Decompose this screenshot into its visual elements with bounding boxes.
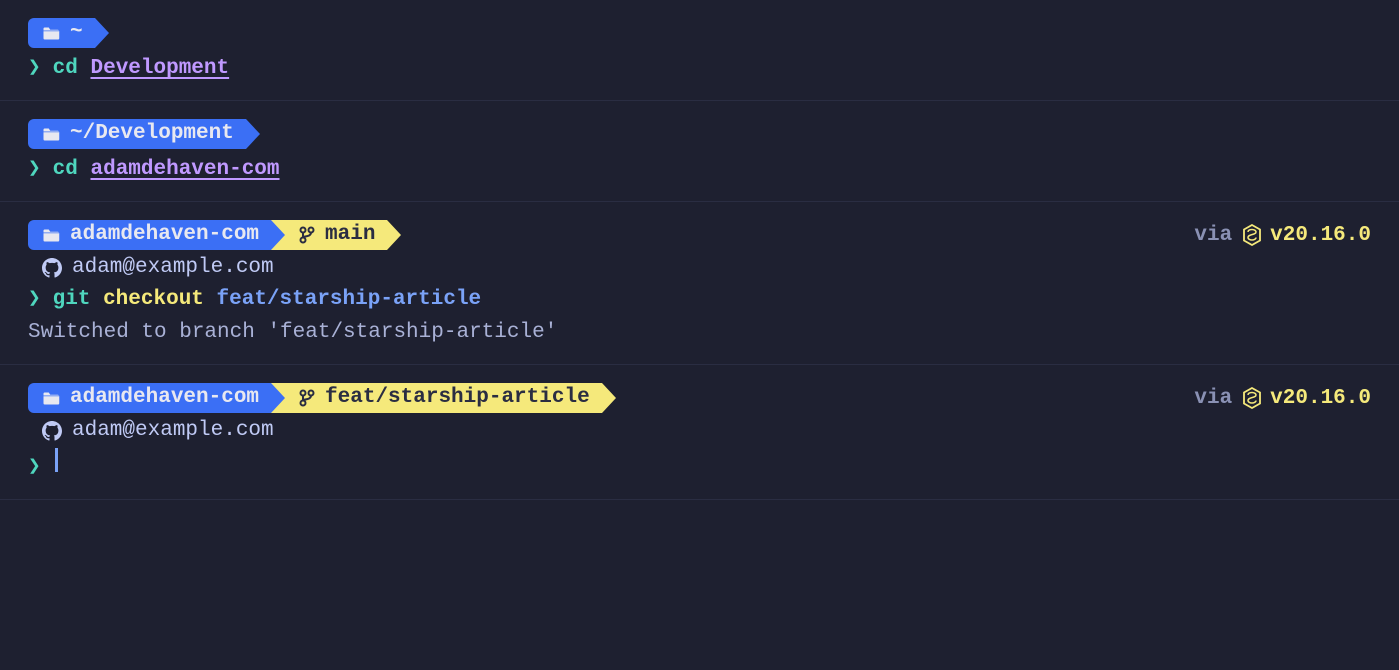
via-text: via	[1194, 224, 1232, 247]
prompt-header: adamdehaven-com feat/starship-article vi…	[28, 383, 1371, 413]
branch-text: feat/starship-article	[325, 383, 590, 413]
github-line: adam@example.com	[28, 419, 1371, 442]
runtime-info: via v20.16.0	[1194, 224, 1371, 247]
prompt-symbol: ❯	[28, 155, 41, 181]
command-arg: Development	[90, 57, 229, 80]
command: cd	[53, 57, 78, 80]
runtime-info: via v20.16.0	[1194, 387, 1371, 410]
cursor	[55, 448, 58, 472]
folder-icon	[42, 228, 60, 243]
path-chip: adamdehaven-com	[28, 383, 271, 413]
github-icon	[42, 421, 62, 441]
command: cd	[53, 158, 78, 181]
github-line: adam@example.com	[28, 256, 1371, 279]
path-text: adamdehaven-com	[70, 383, 259, 413]
command-git: git	[53, 288, 91, 311]
prompt-chips: ~/Development	[28, 119, 246, 149]
node-version: v20.16.0	[1270, 224, 1371, 247]
github-user: adam@example.com	[72, 256, 274, 279]
path-chip: ~/Development	[28, 119, 246, 149]
prompt-chips: adamdehaven-com feat/starship-article	[28, 383, 602, 413]
node-version: v20.16.0	[1270, 387, 1371, 410]
folder-icon	[42, 26, 60, 41]
prompt-symbol: ❯	[28, 453, 41, 479]
path-chip: adamdehaven-com	[28, 220, 271, 250]
command-line[interactable]: ❯ git checkout feat/starship-article	[28, 285, 1371, 311]
via-text: via	[1194, 387, 1232, 410]
folder-icon	[42, 127, 60, 142]
terminal-block: adamdehaven-com feat/starship-article vi…	[0, 365, 1399, 500]
path-text: adamdehaven-com	[70, 220, 259, 250]
terminal-block: ~ ❯ cd Development	[0, 0, 1399, 101]
github-icon	[42, 258, 62, 278]
terminal-block: ~/Development ❯ cd adamdehaven-com	[0, 101, 1399, 202]
prompt-symbol: ❯	[28, 54, 41, 80]
terminal-block: adamdehaven-com main via v20.16.0 adam@e…	[0, 202, 1399, 365]
prompt-chips: ~	[28, 18, 95, 48]
command-line[interactable]: ❯ cd Development	[28, 54, 1371, 80]
prompt-symbol: ❯	[28, 285, 41, 311]
path-text: ~	[70, 18, 83, 48]
prompt-header: adamdehaven-com main via v20.16.0	[28, 220, 1371, 250]
command-arg: adamdehaven-com	[90, 158, 279, 181]
command-output: Switched to branch 'feat/starship-articl…	[28, 321, 1371, 344]
branch-chip: main	[271, 220, 387, 250]
branch-icon	[299, 389, 315, 407]
command-branch-arg: feat/starship-article	[217, 288, 482, 311]
node-icon	[1242, 387, 1262, 409]
command-checkout: checkout	[103, 288, 204, 311]
folder-icon	[42, 391, 60, 406]
branch-text: main	[325, 220, 375, 250]
command-line[interactable]: ❯	[28, 448, 1371, 479]
path-text: ~/Development	[70, 119, 234, 149]
command-line[interactable]: ❯ cd adamdehaven-com	[28, 155, 1371, 181]
prompt-chips: adamdehaven-com main	[28, 220, 387, 250]
github-user: adam@example.com	[72, 419, 274, 442]
node-icon	[1242, 224, 1262, 246]
prompt-header: ~	[28, 18, 1371, 48]
path-chip: ~	[28, 18, 95, 48]
branch-icon	[299, 226, 315, 244]
branch-chip: feat/starship-article	[271, 383, 602, 413]
prompt-header: ~/Development	[28, 119, 1371, 149]
